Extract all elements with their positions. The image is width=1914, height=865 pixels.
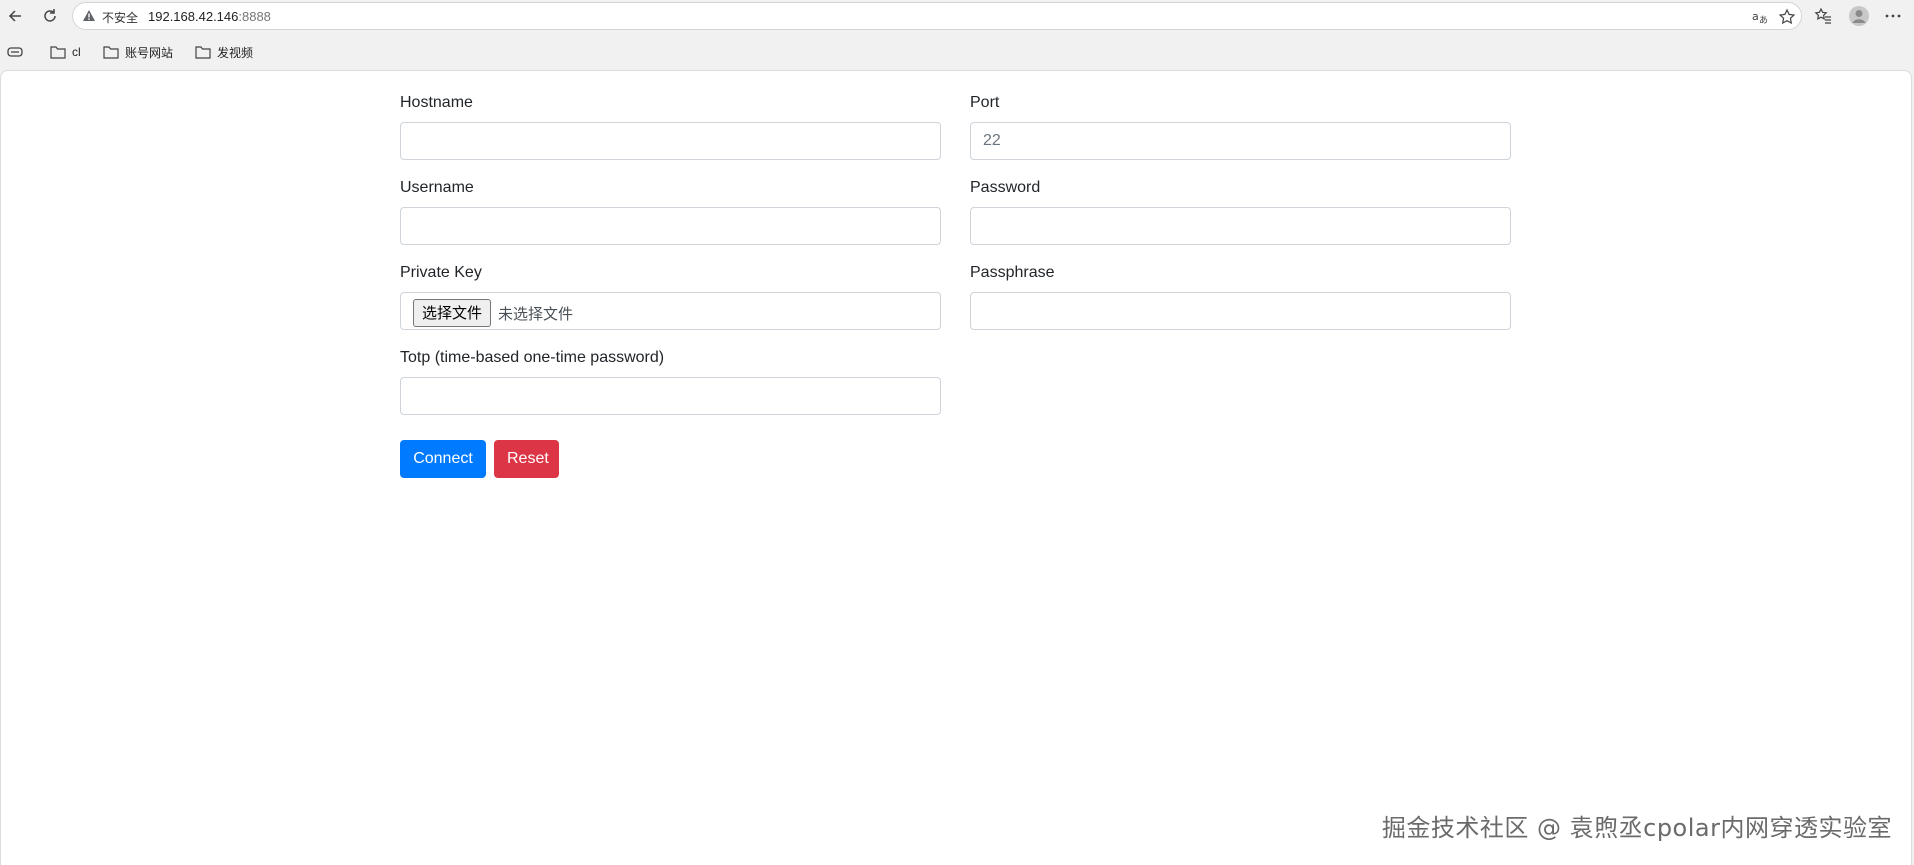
tab-actions-icon — [7, 47, 23, 57]
folder-icon — [103, 46, 119, 59]
reload-button[interactable] — [38, 4, 62, 28]
svg-text:あ: あ — [1759, 15, 1768, 26]
folder-icon — [50, 46, 66, 59]
address-bar[interactable]: 不安全 192.168.42.146:8888 a あ — [72, 2, 1802, 30]
avatar-icon — [1849, 6, 1869, 26]
password-input[interactable] — [970, 207, 1511, 245]
favorites-button[interactable] — [1811, 4, 1835, 28]
bookmark-label: 账号网站 — [125, 45, 174, 60]
bookmark-post-video[interactable]: 发视频 — [195, 43, 253, 61]
profile-button[interactable] — [1847, 4, 1871, 28]
bookmark-cl[interactable]: cl — [50, 43, 81, 61]
favorite-star-button[interactable] — [1777, 7, 1797, 27]
reload-icon — [44, 9, 56, 22]
bookmarks-bar: cl 账号网站 发视频 — [0, 36, 1914, 68]
file-status-text: 未选择文件 — [498, 305, 574, 323]
page-viewport: Hostname Port Username Password Private … — [0, 70, 1912, 865]
favorites-list-icon — [1814, 7, 1831, 24]
apps-button[interactable] — [7, 43, 23, 61]
reset-button[interactable]: Reset — [494, 440, 559, 478]
totp-input[interactable] — [400, 377, 941, 415]
totp-label: Totp (time-based one-time password) — [400, 349, 665, 366]
url-port: :8888 — [238, 9, 271, 24]
browser-toolbar: 不安全 192.168.42.146:8888 a あ — [0, 0, 1914, 32]
more-dots-icon — [1885, 14, 1901, 18]
password-label: Password — [970, 179, 1041, 196]
port-input[interactable] — [970, 122, 1511, 160]
bookmark-label: cl — [72, 45, 81, 59]
bookmark-account-sites[interactable]: 账号网站 — [103, 43, 173, 61]
username-label: Username — [400, 179, 474, 196]
private-key-label: Private Key — [400, 264, 482, 281]
choose-file-button[interactable]: 选择文件 — [413, 299, 492, 327]
folder-icon — [195, 46, 211, 59]
url-host: 192.168.42.146 — [148, 9, 239, 24]
connect-button[interactable]: Connect — [400, 440, 486, 478]
security-status[interactable]: 不安全 — [102, 9, 138, 26]
private-key-file-input[interactable]: 选择文件 未选择文件 — [400, 292, 941, 330]
passphrase-label: Passphrase — [970, 264, 1055, 281]
back-button[interactable] — [3, 4, 27, 28]
hostname-label: Hostname — [400, 94, 473, 111]
svg-text:a: a — [1752, 10, 1759, 23]
hostname-input[interactable] — [400, 122, 941, 160]
translate-button[interactable]: a あ — [1750, 7, 1770, 27]
warning-triangle-icon — [83, 10, 95, 21]
more-menu-button[interactable] — [1881, 4, 1905, 28]
port-label: Port — [970, 94, 1000, 111]
watermark-text: 掘金技术社区 @ 袁煦丞cpolar内网穿透实验室 — [1381, 814, 1892, 842]
translate-icon: a あ — [1752, 10, 1768, 26]
username-input[interactable] — [400, 207, 941, 245]
passphrase-input[interactable] — [970, 292, 1511, 330]
bookmark-label: 发视频 — [217, 45, 254, 60]
back-arrow-icon — [8, 10, 21, 22]
star-icon — [1778, 8, 1796, 25]
url-text: 192.168.42.146:8888 — [148, 9, 271, 24]
